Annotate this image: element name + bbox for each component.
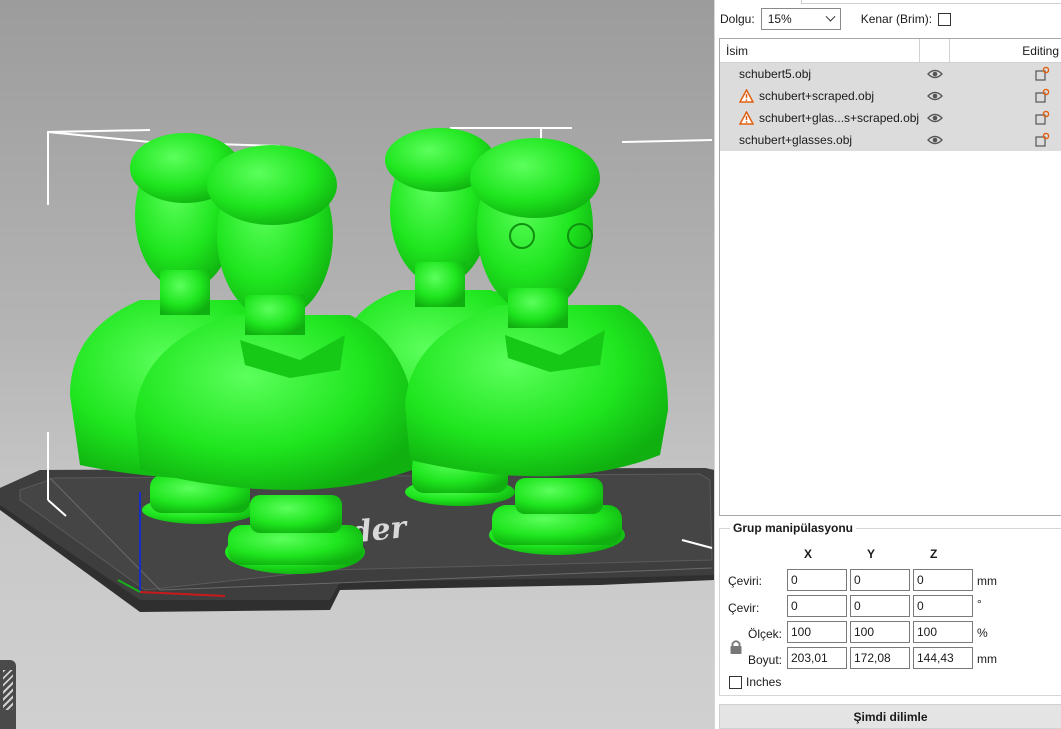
slice-now-button[interactable]: Şimdi dilimle <box>719 704 1061 729</box>
rotate-x-input[interactable]: 0 <box>787 595 847 617</box>
scale-label: Ölçek: <box>748 627 783 641</box>
fill-density-select[interactable]: 15% <box>760 8 841 30</box>
brim-checkbox[interactable] <box>938 12 952 26</box>
top-strip <box>801 0 1061 4</box>
size-z-input[interactable]: 144,43 <box>913 647 973 669</box>
translate-z-input[interactable]: 0 <box>913 569 973 591</box>
scale-unit: % <box>977 626 988 640</box>
object-name: schubert5.obj <box>739 67 812 81</box>
size-label: Boyut: <box>748 653 783 667</box>
axis-label-z: Z <box>930 547 938 561</box>
rotate-y-input[interactable]: 0 <box>850 595 910 617</box>
column-header-editing[interactable]: Editing <box>950 44 1061 58</box>
3d-viewport[interactable]: nder <box>0 0 714 729</box>
inches-row: Inches <box>729 675 781 689</box>
brim-label: Kenar (Brim): <box>860 12 933 26</box>
translate-unit: mm <box>977 574 997 588</box>
warning-icon <box>739 89 754 103</box>
eye-icon[interactable] <box>927 90 943 102</box>
fill-row: Dolgu: 15% Kenar (Brim): <box>720 8 952 30</box>
size-x-input[interactable]: 203,01 <box>787 647 847 669</box>
translate-y-input[interactable]: 0 <box>850 569 910 591</box>
view-mode-widget[interactable] <box>0 660 16 729</box>
object-name: schubert+glas...s+scraped.obj <box>759 111 920 125</box>
translate-x-input[interactable]: 0 <box>787 569 847 591</box>
column-header-name[interactable]: İsim <box>720 39 920 62</box>
lock-icon[interactable] <box>729 639 743 655</box>
object-name: schubert+glasses.obj <box>739 133 853 147</box>
scale-z-input[interactable]: 100 <box>913 621 973 643</box>
object-list-header: İsim Editing <box>720 39 1061 63</box>
translate-label: Çeviri: <box>728 574 763 588</box>
chevron-down-icon <box>825 11 836 22</box>
object-name-row: schubert+scraped.obj <box>739 89 874 103</box>
object-list: İsim Editing schubert5.obj schubert+scra… <box>719 38 1061 516</box>
list-item[interactable]: schubert+glasses.obj <box>720 129 1061 151</box>
axis-label-x: X <box>804 547 813 561</box>
rotate-z-input[interactable]: 0 <box>913 595 973 617</box>
size-y-input[interactable]: 172,08 <box>850 647 910 669</box>
object-name: schubert+scraped.obj <box>759 89 875 103</box>
settings-panel: Dolgu: 15% Kenar (Brim): İsim Editing sc… <box>714 0 1061 729</box>
object-name-row: schubert+glas...s+scraped.obj <box>739 111 919 125</box>
list-item[interactable]: schubert+glas...s+scraped.obj <box>720 107 1061 129</box>
group-manipulation-box: Grup manipülasyonu X Y Z Çeviri: 0 0 0 m… <box>719 521 1061 696</box>
eye-icon[interactable] <box>927 134 943 146</box>
inches-checkbox[interactable] <box>729 675 742 689</box>
list-item[interactable]: schubert+scraped.obj <box>720 85 1061 107</box>
edit-settings-icon[interactable] <box>1034 88 1050 104</box>
axis-label-y: Y <box>867 547 876 561</box>
scene: nder <box>0 127 714 612</box>
list-item[interactable]: schubert5.obj <box>720 63 1061 85</box>
scale-x-input[interactable]: 100 <box>787 621 847 643</box>
edit-settings-icon[interactable] <box>1034 132 1050 148</box>
fill-label: Dolgu: <box>720 12 755 26</box>
rotate-label: Çevir: <box>728 601 760 615</box>
group-title: Grup manipülasyonu <box>730 521 857 535</box>
edit-settings-icon[interactable] <box>1034 66 1050 82</box>
inches-label: Inches <box>746 675 782 689</box>
warning-icon <box>739 111 754 125</box>
size-unit: mm <box>977 652 997 666</box>
eye-icon[interactable] <box>927 68 943 80</box>
scale-y-input[interactable]: 100 <box>850 621 910 643</box>
column-header-visibility[interactable] <box>920 39 950 62</box>
edit-settings-icon[interactable] <box>1034 110 1050 126</box>
fill-density-value: 15% <box>767 12 792 26</box>
rotate-unit: ° <box>977 597 982 611</box>
eye-icon[interactable] <box>927 112 943 124</box>
